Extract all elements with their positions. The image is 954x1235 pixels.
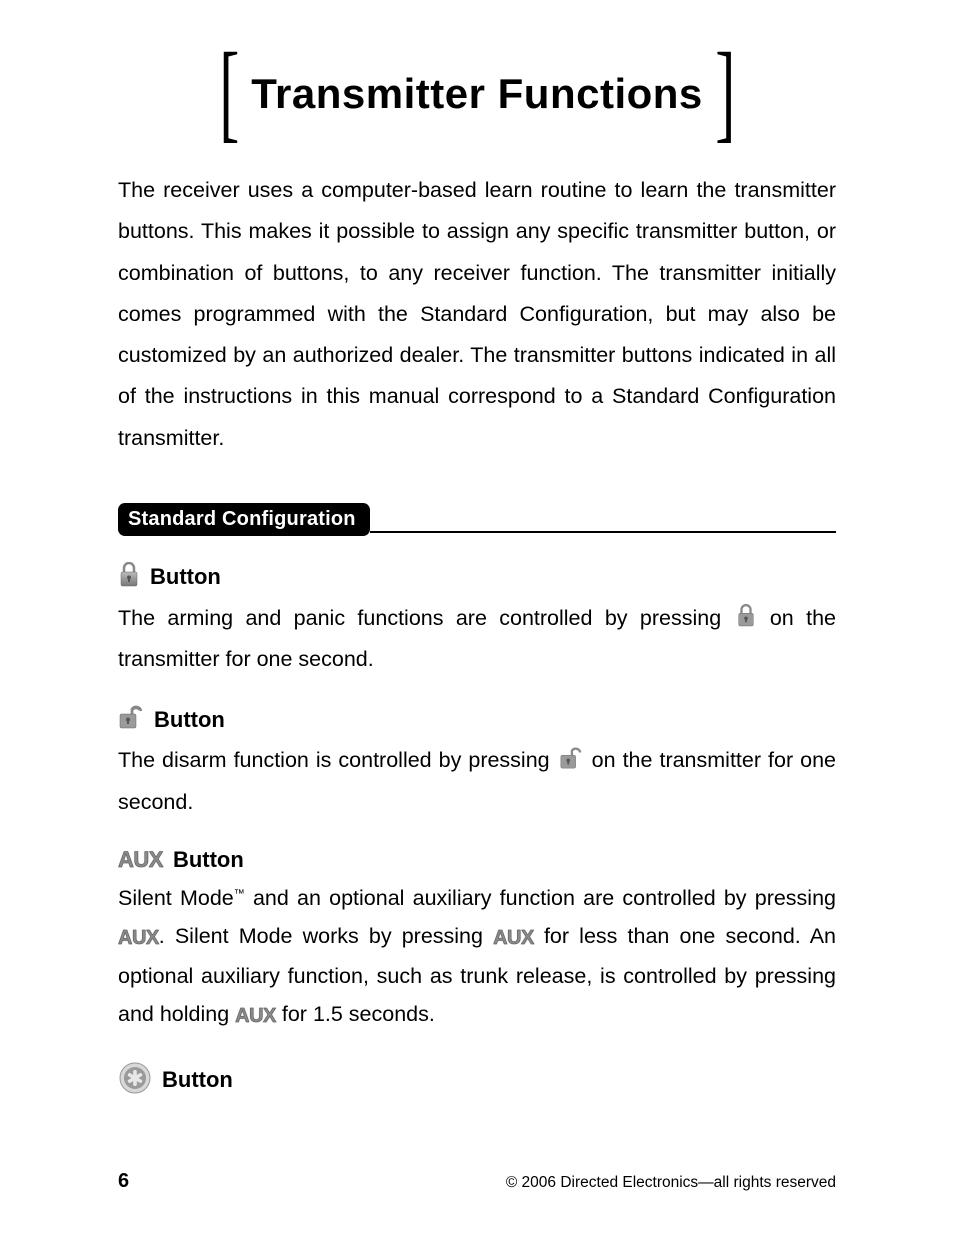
lock-open-icon [559, 744, 583, 782]
lock-body-before: The arming and panic functions are contr… [118, 606, 734, 630]
aux-icon: AUX [118, 847, 163, 873]
aux-button-body: Silent Mode™ and an optional auxiliary f… [118, 879, 836, 1035]
aux-p1a: Silent Mode [118, 886, 234, 910]
page-footer: 6 © 2006 Directed Electronics—all rights… [118, 1170, 836, 1193]
unlock-button-label: Button [154, 707, 225, 733]
unlock-button-body: The disarm function is controlled by pre… [118, 741, 836, 821]
asterisk-icon [118, 1061, 152, 1100]
page-title: Transmitter Functions [251, 70, 703, 118]
section-heading-rule [370, 531, 836, 533]
aux-icon: AUX [118, 927, 159, 949]
lock-closed-icon [118, 562, 140, 593]
unlock-body-before: The disarm function is controlled by pre… [118, 748, 557, 772]
page-title-wrap: [ Transmitter Functions ] [118, 55, 836, 132]
lock-closed-icon [736, 602, 756, 640]
lock-button-body: The arming and panic functions are contr… [118, 599, 836, 679]
intro-paragraph: The receiver uses a computer-based learn… [118, 170, 836, 459]
aux-p1c: . Silent Mode works by pressing [159, 924, 493, 948]
page-number: 6 [118, 1170, 129, 1193]
bracket-right: ] [715, 53, 735, 130]
bracket-left: [ [219, 53, 239, 130]
aux-icon: AUX [493, 927, 534, 949]
aux-icon: AUX [235, 1005, 276, 1027]
aux-p1e: for 1.5 seconds. [276, 1002, 435, 1026]
lock-button-label: Button [150, 564, 221, 590]
copyright-text: © 2006 Directed Electronics—all rights r… [506, 1174, 836, 1192]
unlock-button-heading: Button [118, 704, 836, 735]
aux-button-label: Button [173, 847, 244, 873]
star-button-heading: Button [118, 1061, 836, 1100]
section-heading-row: Standard Configuration [118, 503, 836, 536]
aux-button-heading: AUX Button [118, 847, 836, 873]
aux-p1b: and an optional auxiliary function are c… [245, 886, 836, 910]
lock-button-heading: Button [118, 562, 836, 593]
lock-open-icon [118, 704, 144, 735]
section-heading: Standard Configuration [118, 503, 370, 536]
star-button-label: Button [162, 1067, 233, 1093]
trademark-symbol: ™ [234, 888, 245, 900]
